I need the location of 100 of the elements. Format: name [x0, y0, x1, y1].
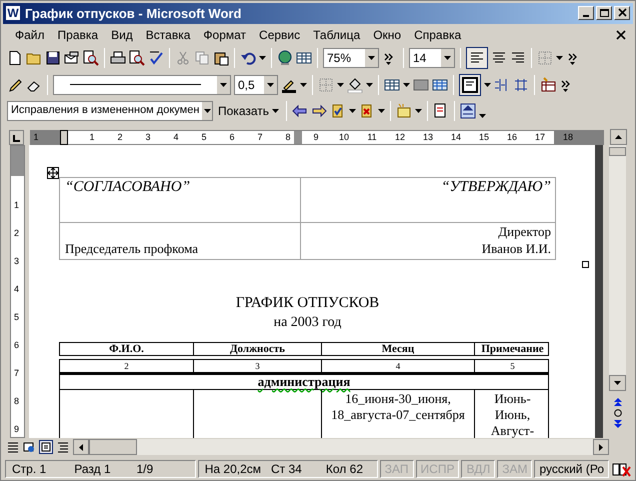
clipboard-icon[interactable]	[213, 50, 229, 66]
column-number: 5	[509, 360, 516, 372]
table-cell: Директор	[498, 223, 551, 240]
magnifier-icon[interactable]	[129, 50, 145, 66]
globe-icon[interactable]	[277, 50, 293, 66]
menu-item[interactable]: Таблица	[307, 26, 366, 44]
arrow-icon	[615, 135, 622, 140]
arrow-icon	[599, 444, 603, 451]
table-grid-icon[interactable]	[432, 76, 448, 92]
minimize-icon	[583, 15, 589, 18]
table-cell: 16_июня-30_июня,	[345, 391, 451, 408]
ruler-number: 9	[314, 130, 318, 144]
vertical-scrollbar[interactable]	[609, 145, 626, 438]
column-number: 2	[60, 360, 194, 372]
line-weight-dropdown[interactable]: 0,5	[234, 74, 278, 94]
next-change-icon[interactable]	[311, 102, 328, 119]
arrow-icon	[614, 381, 621, 386]
tab-stop-button[interactable]	[9, 130, 24, 145]
comment-icon[interactable]	[396, 102, 412, 119]
menu-item[interactable]: Вставка	[140, 26, 196, 44]
ruler-number: 14	[451, 130, 461, 144]
ruler-number: 7	[14, 368, 20, 378]
new-document-icon[interactable]	[7, 50, 23, 66]
column-number: 3	[194, 360, 322, 372]
ruler-number: 11	[367, 130, 377, 144]
undo-icon[interactable]	[240, 50, 256, 66]
previous-change-icon[interactable]	[292, 102, 308, 119]
menu-item[interactable]: Окно	[367, 26, 408, 44]
ruler-number: 3	[146, 130, 150, 144]
line-style-dropdown[interactable]	[53, 74, 231, 94]
ruler-number: 6	[14, 340, 20, 350]
zoom-dropdown[interactable]: 75%	[323, 48, 379, 68]
window-title: График отпусков - Microsoft Word	[25, 4, 242, 23]
next-page-icon[interactable]	[614, 420, 622, 428]
table-grid-icon[interactable]	[296, 50, 312, 66]
ruler-number: 7	[258, 130, 262, 144]
display-for-review-dropdown[interactable]: Исправления в измененном докумен	[7, 100, 213, 121]
text-box-button[interactable]	[459, 74, 481, 96]
menu-item[interactable]: Вид	[105, 26, 139, 44]
printer-icon[interactable]	[110, 50, 126, 66]
ruler-number: 2	[14, 228, 20, 238]
table-cell: Июнь-	[494, 391, 531, 408]
table-grid-icon[interactable]	[384, 76, 400, 92]
column-header: Примечание	[480, 343, 545, 356]
ruler-number: 3	[14, 256, 20, 266]
column-marker[interactable]	[294, 130, 302, 144]
ruler-number: 8	[14, 396, 20, 406]
align-left-button[interactable]	[466, 47, 488, 70]
status-field: На 20,2см	[204, 460, 262, 478]
vertical-ruler[interactable]: 1 2 3 4 5 6 7 8 9	[10, 145, 25, 438]
scroll-left-button[interactable]	[73, 439, 89, 456]
scroll-thumb[interactable]	[89, 439, 137, 456]
ruler-number: 4	[174, 130, 178, 144]
table-resize-handle[interactable]	[582, 261, 589, 268]
maximize-button[interactable]	[596, 6, 612, 20]
ruler-number: 10	[339, 130, 349, 144]
normal-view-icon[interactable]	[7, 441, 19, 454]
minimize-button[interactable]	[578, 6, 594, 20]
horizontal-ruler[interactable]: 1 1 2 3 4 5 6 7 8 9 10 11 12 13 14 15 16 17 18	[30, 130, 604, 145]
spelling-status-icon	[611, 461, 631, 478]
ruler-number: 5	[14, 312, 20, 322]
scroll-thumb[interactable]	[609, 147, 626, 156]
indent-marker[interactable]	[60, 130, 68, 145]
menu-item[interactable]: Формат	[197, 26, 252, 44]
previous-page-icon[interactable]	[614, 398, 622, 406]
group-row-label: администрация	[258, 374, 350, 390]
table-cell-text: “СОГЛАСОВАНО”	[65, 178, 192, 196]
word-app-icon[interactable]: W	[5, 5, 21, 22]
ruler-number: 15	[479, 130, 489, 144]
menu-item[interactable]: Файл	[9, 26, 51, 44]
status-field: русский (Ро	[534, 460, 609, 478]
reviewing-pane-icon[interactable]	[460, 102, 476, 119]
table-cell: Июнь,	[494, 407, 530, 424]
font-size-dropdown[interactable]: 14	[409, 48, 455, 68]
show-menu-button[interactable]: Показать	[216, 100, 282, 121]
scroll-up-button[interactable]	[610, 129, 627, 146]
menu-item[interactable]: Справка	[408, 26, 468, 44]
page-view-icon[interactable]	[39, 440, 53, 454]
browse-object-icon[interactable]	[614, 409, 622, 418]
status-field: Ст 34	[271, 460, 316, 478]
paint-bucket-icon[interactable]	[347, 76, 363, 92]
horizontal-scrollbar[interactable]	[89, 439, 593, 456]
spelling-check-icon[interactable]	[148, 50, 164, 66]
shading-icon[interactable]	[413, 76, 429, 92]
column-header: Ф.И.О.	[60, 343, 194, 356]
scroll-down-button[interactable]	[609, 375, 626, 392]
outline-view-icon[interactable]	[57, 441, 69, 454]
menu-item[interactable]: Сервис	[253, 26, 306, 44]
envelope-icon[interactable]	[64, 50, 80, 66]
scroll-right-button[interactable]	[593, 439, 609, 456]
web-view-icon[interactable]	[23, 441, 35, 454]
pencil-icon[interactable]	[7, 76, 23, 92]
magnifier-icon[interactable]	[83, 50, 99, 66]
table-cell: Август-	[490, 423, 534, 438]
distribute-rows-icon[interactable]	[513, 76, 529, 92]
table-autoformat-icon[interactable]	[540, 76, 556, 92]
ruler-number: 12	[395, 130, 405, 144]
menu-item[interactable]: Правка	[52, 26, 104, 44]
status-field: Кол 62	[326, 460, 371, 478]
close-button[interactable]	[614, 6, 630, 20]
